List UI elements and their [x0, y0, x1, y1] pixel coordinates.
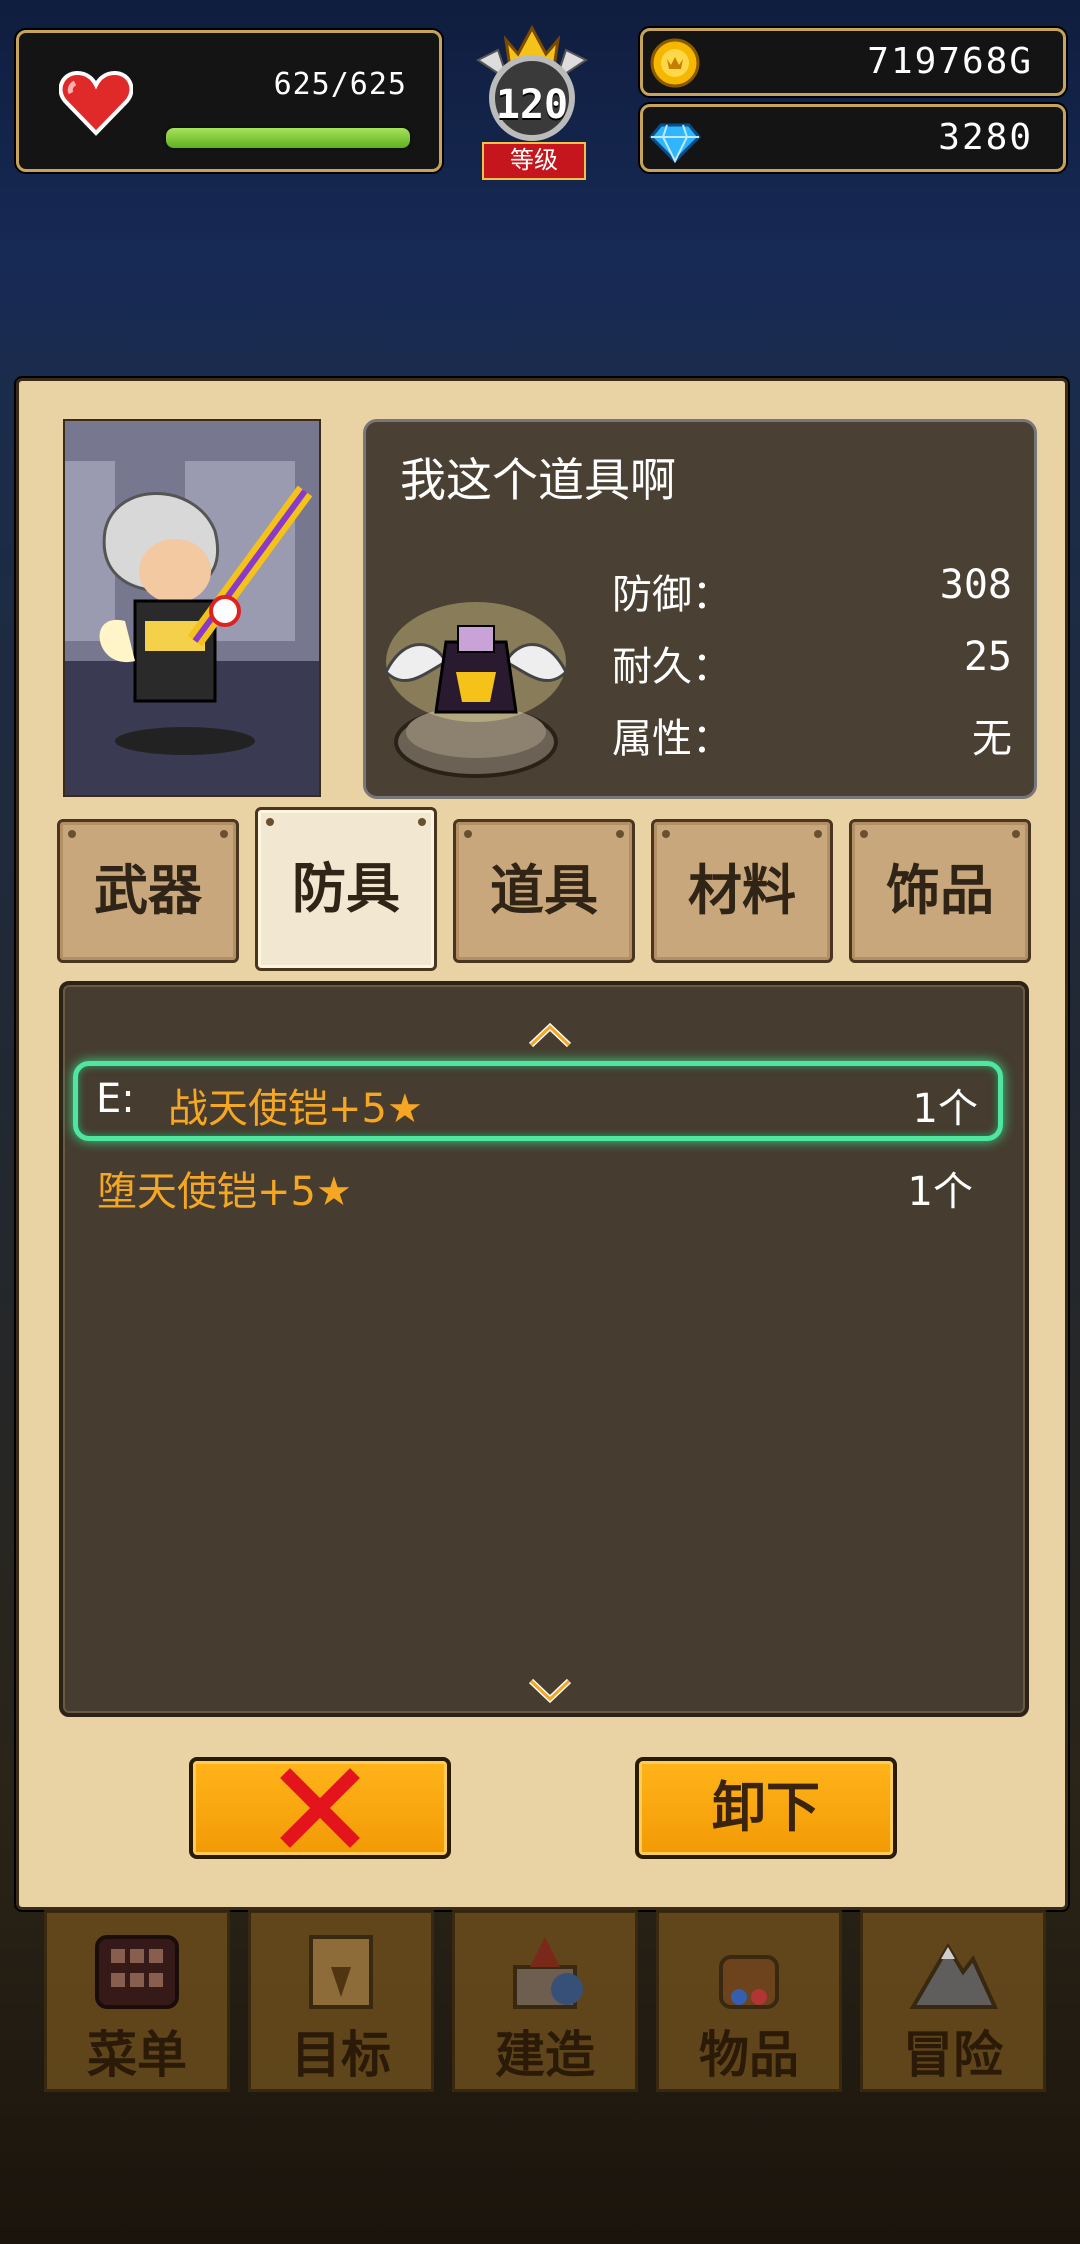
menu-grid-icon	[95, 1935, 179, 2009]
chevron-up-icon[interactable]	[525, 1019, 575, 1049]
chevron-down-icon[interactable]	[525, 1675, 575, 1705]
mountain-icon	[909, 1943, 999, 2009]
stat-defense-value: 308	[939, 562, 1012, 608]
quest-scroll-icon	[309, 1935, 373, 2009]
nav-items-label: 物品	[699, 2026, 799, 2084]
hp-panel: 625/625	[16, 30, 442, 172]
tab-materials[interactable]: 材料	[651, 819, 833, 963]
stat-defense-label: 防御：	[612, 572, 732, 618]
castle-icon	[513, 1937, 583, 2009]
close-x-icon	[280, 1768, 360, 1848]
item-list[interactable]: E: 战天使铠+5★ 1个 堕天使铠+5★ 1个	[59, 981, 1029, 1717]
list-item[interactable]: 堕天使铠+5★ 1个	[73, 1149, 993, 1219]
gold-coin-icon	[650, 38, 700, 88]
nav-adventure-label: 冒险	[903, 2026, 1003, 2084]
character-portrait	[63, 419, 321, 797]
gem-panel[interactable]: 3280	[640, 104, 1066, 172]
stat-durability-value: 25	[963, 634, 1012, 680]
hp-bar-fill	[166, 128, 410, 148]
level-label: 等级	[482, 142, 586, 180]
nav-build-label: 建造	[495, 2026, 595, 2084]
diamond-icon	[649, 123, 701, 164]
inventory-panel: 我这个道具啊 防御： 308 耐久： 25 属性： 无 武器 防具 道具 材料 …	[16, 378, 1068, 1910]
list-item-selected[interactable]: E: 战天使铠+5★ 1个	[73, 1061, 1003, 1141]
stat-durability: 耐久： 25	[612, 634, 1012, 694]
tab-armor[interactable]: 防具	[255, 807, 437, 971]
stat-defense: 防御： 308	[612, 562, 1012, 622]
list-item-name: 堕天使铠+5★	[97, 1169, 352, 1215]
equipped-marker: E:	[96, 1076, 135, 1122]
item-name: 我这个道具啊	[400, 453, 676, 507]
character-sprite	[65, 421, 319, 795]
armor-item-icon	[384, 602, 568, 778]
bag-icon	[719, 1955, 779, 2009]
nav-adventure[interactable]: 冒险	[860, 1910, 1046, 2092]
gem-value: 3280	[938, 117, 1033, 158]
nav-quest[interactable]: 目标	[248, 1910, 434, 2092]
nav-menu-label: 菜单	[87, 2026, 187, 2084]
stat-attribute-label: 属性：	[612, 716, 732, 762]
heart-icon	[59, 70, 133, 136]
stat-durability-label: 耐久：	[612, 644, 732, 690]
nav-menu[interactable]: 菜单	[44, 1910, 230, 2092]
hp-value: 625/625	[273, 67, 407, 102]
list-item-count: 1个	[907, 1169, 973, 1215]
tab-weapons[interactable]: 武器	[57, 819, 239, 963]
hp-bar	[163, 125, 413, 151]
close-button[interactable]	[189, 1757, 451, 1859]
gold-panel[interactable]: 719768G	[640, 28, 1066, 96]
tab-accessories[interactable]: 饰品	[849, 819, 1031, 963]
stat-attribute: 属性： 无	[612, 706, 1012, 766]
nav-items[interactable]: 物品	[656, 1910, 842, 2092]
nav-build[interactable]: 建造	[452, 1910, 638, 2092]
tab-items[interactable]: 道具	[453, 819, 635, 963]
unequip-button[interactable]: 卸下	[635, 1757, 897, 1859]
gold-value: 719768G	[867, 41, 1033, 82]
list-item-name: 战天使铠+5★	[168, 1086, 423, 1132]
item-info-card: 我这个道具啊 防御： 308 耐久： 25 属性： 无	[363, 419, 1037, 799]
stat-attribute-value: 无	[972, 716, 1012, 762]
list-item-count: 1个	[912, 1086, 978, 1132]
level-value: 120	[495, 82, 569, 128]
nav-quest-label: 目标	[291, 2026, 391, 2084]
level-badge[interactable]: 120 等级	[468, 20, 596, 180]
